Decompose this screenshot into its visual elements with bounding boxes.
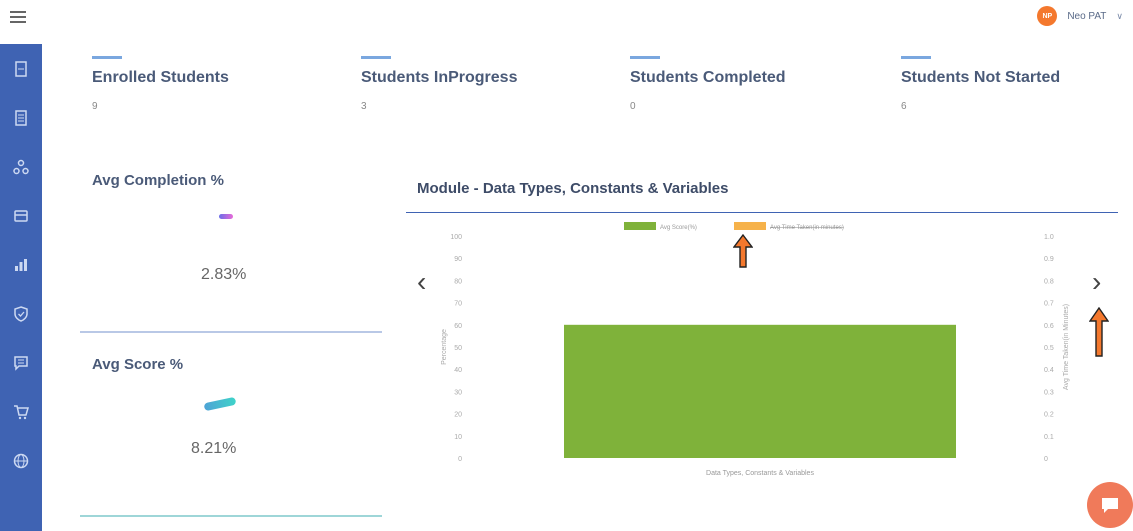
y2-axis-label: Avg Time Taken(in Minutes) xyxy=(1063,304,1070,390)
y-tick-label: 90 xyxy=(454,256,462,263)
y2-tick-label: 0.3 xyxy=(1044,389,1054,396)
avatar: NP xyxy=(1037,6,1058,26)
up-arrow-icon xyxy=(733,234,753,268)
score-gauge xyxy=(203,396,237,412)
stat-value: 9 xyxy=(92,101,98,112)
stat-card-not-started: Students Not Started 6 xyxy=(901,56,1121,146)
avg-score-title: Avg Score % xyxy=(92,356,184,373)
stat-title: Students Completed xyxy=(630,69,786,86)
y2-tick-label: 0.7 xyxy=(1044,301,1054,308)
stat-value: 3 xyxy=(361,101,367,112)
sitemap-icon xyxy=(13,159,29,174)
globe-icon xyxy=(13,453,29,468)
up-arrow-icon xyxy=(1089,307,1109,357)
stat-value: 6 xyxy=(901,101,907,112)
sidebar-item-global[interactable] xyxy=(0,436,42,485)
y-tick-label: 100 xyxy=(450,234,462,241)
sidebar xyxy=(0,44,42,531)
y-axis-label: Percentage xyxy=(441,329,448,365)
y2-tick-label: 0.4 xyxy=(1044,367,1054,374)
y-tick-label: 20 xyxy=(454,412,462,419)
legend-label: Avg Score(%) xyxy=(660,225,697,231)
chat-button[interactable] xyxy=(1087,482,1133,528)
user-menu[interactable]: NP Neo PAT ∨ xyxy=(1037,6,1123,26)
sidebar-item-hierarchy[interactable] xyxy=(0,142,42,191)
divider xyxy=(80,515,382,517)
sidebar-item-cart[interactable] xyxy=(0,387,42,436)
card-accent xyxy=(92,56,122,59)
legend-swatch xyxy=(734,222,766,230)
divider xyxy=(80,331,382,333)
y2-tick-label: 0.8 xyxy=(1044,278,1054,285)
stat-card-enrolled: Enrolled Students 9 xyxy=(92,56,352,146)
y2-tick-label: 0.9 xyxy=(1044,256,1054,263)
avg-score-value: 8.21% xyxy=(191,440,237,457)
avg-completion-title: Avg Completion % xyxy=(92,172,224,189)
stat-card-inprogress: Students InProgress 3 xyxy=(361,56,621,146)
y-tick-label: 60 xyxy=(454,323,462,330)
user-name: Neo PAT xyxy=(1067,10,1107,22)
sidebar-item-document[interactable] xyxy=(0,44,42,93)
y-tick-label: 0 xyxy=(458,456,462,463)
y2-tick-label: 1.0 xyxy=(1044,234,1054,241)
y-tick-label: 40 xyxy=(454,367,462,374)
file-icon xyxy=(15,109,27,126)
y-tick-label: 70 xyxy=(454,301,462,308)
y2-tick-label: 0 xyxy=(1044,456,1048,463)
card-accent xyxy=(630,56,660,59)
module-chart-panel: Module - Data Types, Constants & Variabl… xyxy=(400,172,1120,512)
y2-tick-label: 0.5 xyxy=(1044,345,1054,352)
sidebar-item-reports[interactable] xyxy=(0,240,42,289)
y-tick-label: 80 xyxy=(454,278,462,285)
message-icon xyxy=(14,355,28,371)
legend-swatch xyxy=(624,222,656,230)
stat-value: 0 xyxy=(630,101,636,112)
chat-icon xyxy=(1102,498,1118,513)
sidebar-item-file[interactable] xyxy=(0,93,42,142)
y2-tick-label: 0.6 xyxy=(1044,323,1054,330)
chevron-down-icon[interactable]: ∨ xyxy=(1116,11,1123,22)
sidebar-item-security[interactable] xyxy=(0,289,42,338)
completion-gauge xyxy=(219,214,233,219)
stat-title: Enrolled Students xyxy=(92,69,229,86)
sidebar-item-messages[interactable] xyxy=(0,338,42,387)
card-accent xyxy=(361,56,391,59)
menu-icon[interactable] xyxy=(10,8,26,24)
y2-tick-label: 0.1 xyxy=(1044,434,1054,441)
stat-card-completed: Students Completed 0 xyxy=(630,56,890,146)
shield-icon xyxy=(14,305,28,322)
y-tick-label: 50 xyxy=(454,345,462,352)
stat-title: Students Not Started xyxy=(901,69,1061,86)
y-tick-label: 10 xyxy=(454,434,462,441)
y-tick-label: 30 xyxy=(454,389,462,396)
x-tick-label: Data Types, Constants & Variables xyxy=(706,470,814,477)
y2-tick-label: 0.2 xyxy=(1044,412,1054,419)
sidebar-item-folder[interactable] xyxy=(0,191,42,240)
module-chart: 0 10 20 30 40 50 60 70 80 90 100 0 0.1 0.2 0.3 0.4 0.5 0.… xyxy=(441,222,1070,477)
document-icon xyxy=(15,60,27,77)
folder-icon xyxy=(14,209,28,222)
cart-icon xyxy=(14,404,29,419)
avg-completion-value: 2.83% xyxy=(201,266,247,283)
bar-avgscore xyxy=(564,324,956,458)
stat-title: Students InProgress xyxy=(361,69,518,86)
card-accent xyxy=(901,56,931,59)
chart-icon xyxy=(15,258,27,271)
legend-label: Avg Time Taken(in minutes) xyxy=(770,225,844,231)
